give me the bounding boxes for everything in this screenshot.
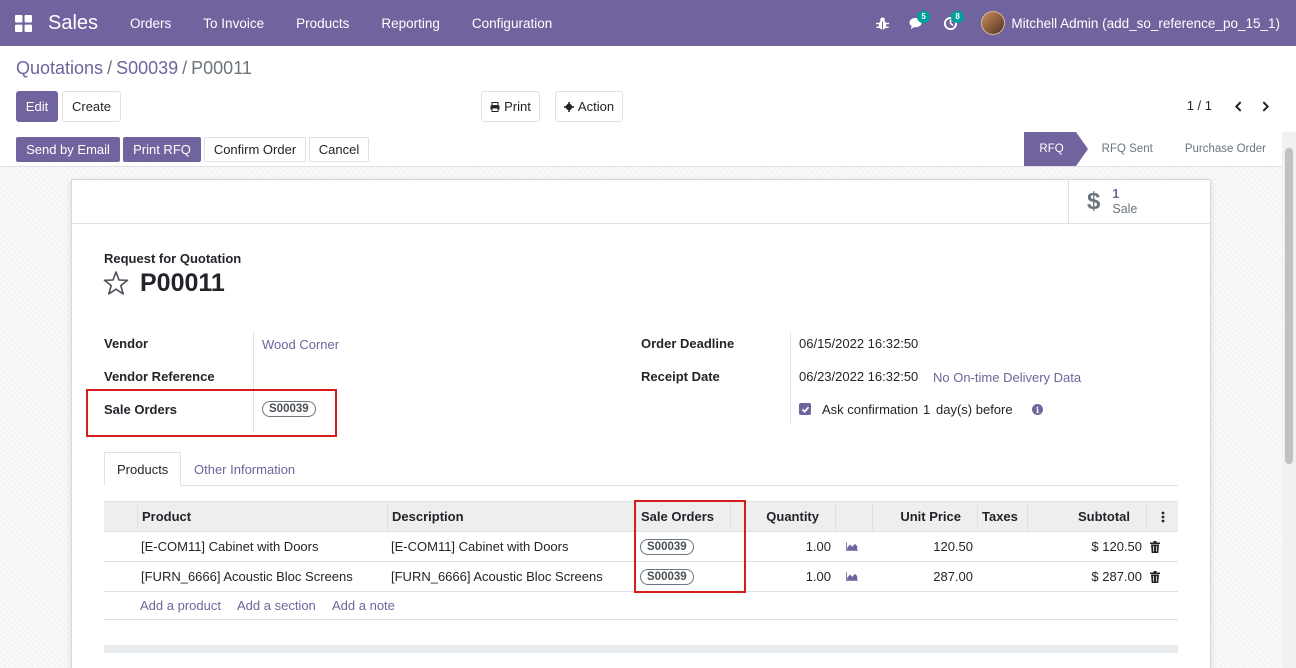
vendor-label: Vendor (104, 336, 149, 351)
header-product[interactable]: Product (137, 502, 387, 531)
sale-smart-button[interactable]: $ 1 Sale (1068, 180, 1210, 224)
header-taxes[interactable]: Taxes (977, 502, 1027, 531)
avatar (981, 11, 1006, 35)
trash-icon[interactable] (1146, 532, 1166, 561)
dollar-icon: $ (1087, 188, 1101, 215)
favorite-star-icon[interactable] (103, 270, 129, 296)
print-button[interactable]: Print (481, 91, 540, 122)
ask-confirmation-checkbox[interactable] (799, 403, 811, 415)
field-divider-right (790, 332, 791, 424)
notebook-tabs: Products Other Information (104, 452, 1178, 486)
highlight-box-sale-orders-field (86, 389, 337, 437)
cancel-button[interactable]: Cancel (309, 137, 369, 162)
forecast-chart-icon[interactable] (842, 532, 862, 561)
confirm-order-button[interactable]: Confirm Order (204, 137, 306, 162)
app-name[interactable]: Sales (48, 12, 98, 35)
on-time-delivery-link[interactable]: No On-time Delivery Data (933, 370, 1081, 385)
messages-count-badge: 5 (917, 11, 930, 23)
menu-configuration[interactable]: Configuration (456, 16, 568, 31)
receipt-date-label: Receipt Date (641, 369, 720, 384)
menu-reporting[interactable]: Reporting (365, 16, 456, 31)
add-note-link[interactable]: Add a note (332, 598, 395, 613)
gear-icon (563, 101, 574, 112)
pager-previous-icon[interactable] (1228, 96, 1248, 116)
sale-label: Sale (1112, 202, 1138, 216)
navbar-systray: 5 8 Mitchell Admin (add_so_reference_po_… (865, 0, 1296, 46)
breadcrumb: Quotations / S00039/P00011 (16, 58, 252, 78)
info-icon[interactable]: i (1032, 404, 1043, 415)
header-forecast (835, 502, 872, 531)
activities-clock-icon[interactable]: 8 (933, 0, 967, 46)
row-description[interactable]: [FURN_6666] Acoustic Bloc Screens (387, 562, 636, 591)
ask-confirmation-label: Ask confirmation (822, 402, 919, 417)
order-deadline-label: Order Deadline (641, 336, 735, 351)
print-rfq-button[interactable]: Print RFQ (123, 137, 201, 162)
add-line-row: Add a product Add a section Add a note (104, 592, 1178, 620)
row-subtotal: $ 120.50 (1091, 539, 1142, 554)
row-product[interactable]: [E-COM11] Cabinet with Doors (137, 532, 387, 561)
ask-days-field[interactable]: 1 (923, 402, 930, 417)
sale-count: 1 (1112, 187, 1120, 201)
forecast-chart-icon[interactable] (842, 562, 862, 591)
menu-products[interactable]: Products (280, 16, 365, 31)
create-button[interactable]: Create (62, 91, 121, 122)
add-product-link[interactable]: Add a product (140, 598, 221, 613)
column-options-icon[interactable] (1146, 502, 1178, 531)
section-divider-bar (104, 645, 1178, 653)
row-unit-price[interactable]: 287.00 (872, 562, 977, 591)
receipt-date-field[interactable]: 06/23/2022 16:32:50 (799, 369, 918, 384)
add-section-link[interactable]: Add a section (237, 598, 316, 613)
smart-button-box: $ 1 Sale (72, 180, 1210, 224)
form-sheet: $ 1 Sale Request for Quotation P00011 Ve… (71, 179, 1211, 668)
stage-rfq[interactable]: RFQ (1024, 132, 1089, 166)
row-quantity[interactable]: 1.00 (744, 562, 835, 591)
action-button[interactable]: Action (555, 91, 623, 122)
vendor-field[interactable]: Wood Corner (262, 337, 339, 352)
statusbar: Send by Email Print RFQ Confirm Order Ca… (0, 132, 1282, 167)
row-quantity[interactable]: 1.00 (744, 532, 835, 561)
breadcrumb-quotations[interactable]: Quotations (16, 58, 103, 78)
user-name: Mitchell Admin (add_so_reference_po_15_1… (1011, 15, 1280, 31)
edit-button[interactable]: Edit (16, 91, 58, 122)
messages-chat-icon[interactable]: 5 (899, 0, 933, 46)
stage-purchase-order[interactable]: Purchase Order (1169, 132, 1282, 166)
header-description[interactable]: Description (387, 502, 636, 531)
apps-menu-icon[interactable] (0, 0, 46, 46)
breadcrumb-current: P00011 (191, 58, 252, 78)
tab-products[interactable]: Products (104, 452, 181, 486)
top-navbar: Sales Orders To Invoice Products Reporti… (0, 0, 1296, 46)
row-subtotal: $ 287.00 (1091, 569, 1142, 584)
printer-icon (490, 101, 500, 112)
vendor-reference-label: Vendor Reference (104, 369, 215, 384)
header-quantity[interactable]: Quantity (744, 502, 835, 531)
activities-count-badge: 8 (951, 11, 964, 23)
status-stages: RFQ RFQ Sent Purchase Order (1024, 132, 1282, 166)
breadcrumb-sale-order[interactable]: S00039 (116, 58, 178, 78)
user-menu[interactable]: Mitchell Admin (add_so_reference_po_15_1… (981, 11, 1280, 35)
ask-days-suffix: day(s) before (936, 402, 1013, 417)
send-by-email-button[interactable]: Send by Email (16, 137, 120, 162)
scrollbar[interactable] (1282, 132, 1296, 668)
pager-next-icon[interactable] (1255, 96, 1275, 116)
menu-to-invoice[interactable]: To Invoice (187, 16, 280, 31)
pager-value[interactable]: 1 / 1 (1187, 98, 1212, 113)
document-name: P00011 (140, 269, 225, 297)
row-description[interactable]: [E-COM11] Cabinet with Doors (387, 532, 636, 561)
menu-orders[interactable]: Orders (114, 16, 187, 31)
header-subtotal[interactable]: Subtotal (1027, 502, 1146, 531)
stage-rfq-sent[interactable]: RFQ Sent (1076, 132, 1169, 166)
order-deadline-field[interactable]: 06/15/2022 16:32:50 (799, 336, 918, 351)
scrollbar-thumb[interactable] (1285, 148, 1293, 464)
trash-icon[interactable] (1146, 562, 1166, 591)
action-label: Action (577, 99, 615, 114)
print-label: Print (504, 99, 531, 114)
tab-other-information[interactable]: Other Information (182, 452, 307, 486)
row-product[interactable]: [FURN_6666] Acoustic Bloc Screens (137, 562, 387, 591)
header-unit-price[interactable]: Unit Price (872, 502, 977, 531)
row-unit-price[interactable]: 120.50 (872, 532, 977, 561)
document-type-label: Request for Quotation (104, 251, 242, 266)
highlight-box-sale-orders-column (634, 500, 746, 593)
debug-bug-icon[interactable] (865, 0, 899, 46)
